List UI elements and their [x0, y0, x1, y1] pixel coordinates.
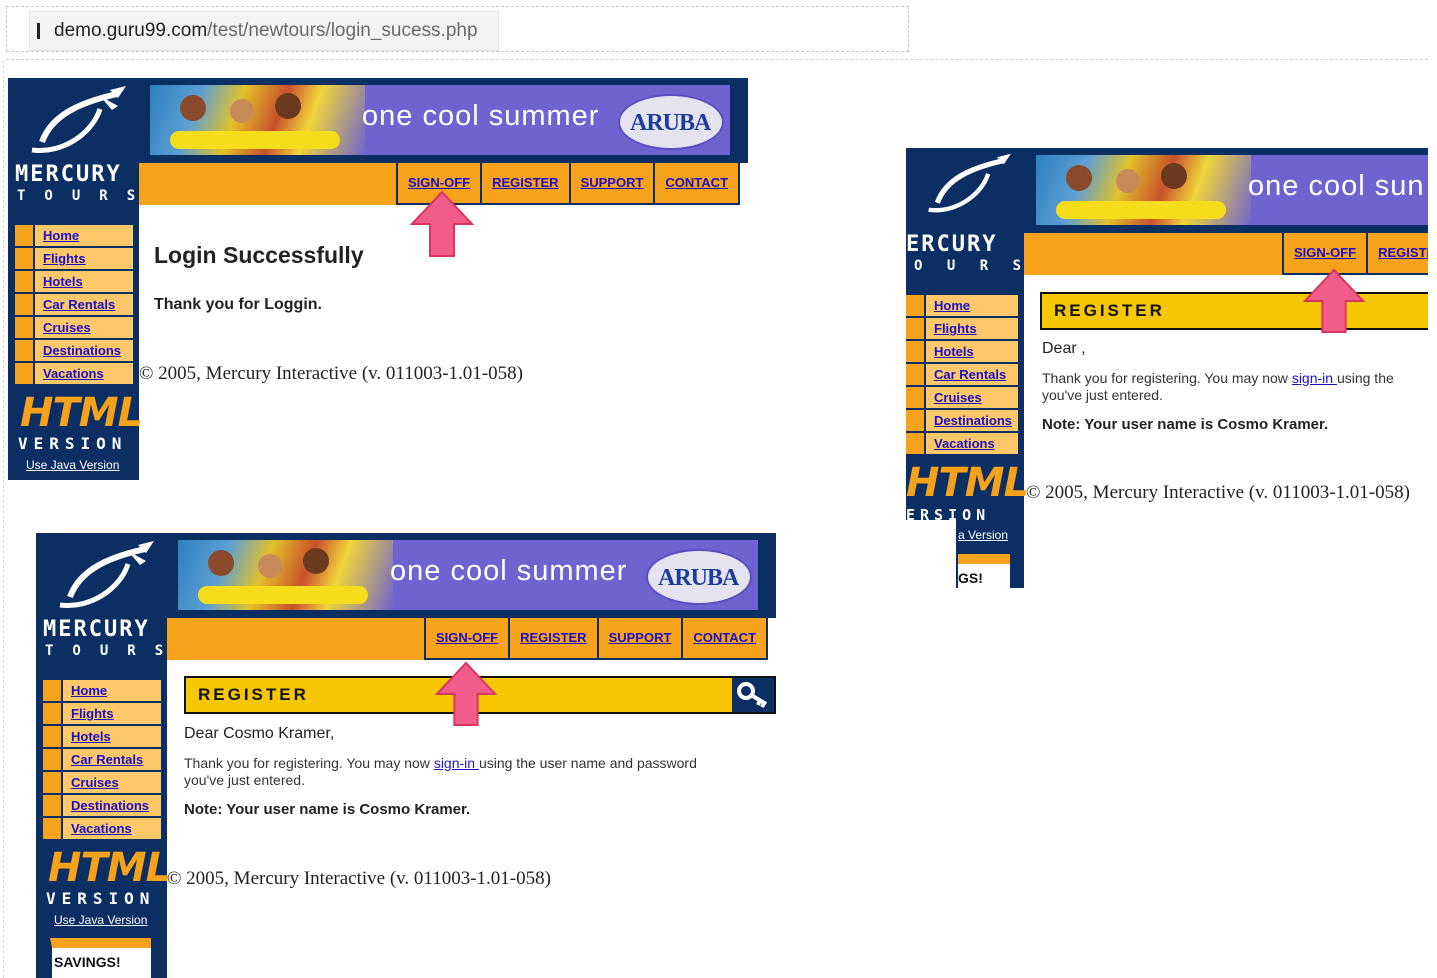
plane-logo-icon [928, 153, 1011, 213]
login-success-panel: MERCURY TOURS one cool summer ARUBA SIGN… [8, 78, 748, 480]
url-text: demo.guru99.com/test/newtours/login_suce… [54, 20, 478, 41]
thank-you-text-line2: you've just entered. [1042, 387, 1163, 403]
brand-subtitle: TOURS [17, 188, 155, 204]
greeting: Dear Cosmo Kramer, [184, 725, 335, 742]
sidebar-item-hotels[interactable]: Hotels [43, 726, 161, 747]
banner-photo [150, 85, 365, 155]
sidebar-item-destinations[interactable]: Destinations [15, 340, 133, 361]
sidebar-item-vacations[interactable]: Vacations [43, 818, 161, 839]
arrow-up-icon [434, 661, 498, 727]
top-nav-contact[interactable]: CONTACT [683, 618, 769, 658]
thank-you-text: Thank you for registering. You may now s… [184, 755, 697, 771]
side-nav: Home Flights Hotels Car Rentals Cruises … [15, 225, 133, 386]
banner-ad[interactable]: one cool summer ARUBA [148, 83, 732, 157]
banner-ad[interactable]: one cool summer ARUBA [176, 538, 760, 612]
top-bar-filler [167, 618, 427, 660]
key-icon [732, 678, 774, 712]
plane-logo-icon [31, 86, 126, 153]
brand-name: ERCURY [906, 232, 998, 257]
brand-subtitle: O U R S [914, 258, 1030, 274]
sidebar-item-car-rentals[interactable]: Car Rentals [906, 364, 1018, 385]
plane-logo-icon [59, 541, 154, 608]
side-nav: Home Flights Hotels Car Rentals Cruises … [43, 680, 161, 841]
sidebar-item-home[interactable]: Home [15, 225, 133, 246]
sign-in-link[interactable]: sign-in [434, 755, 479, 771]
sidebar-item-home[interactable]: Home [906, 295, 1018, 316]
html-version-badge: HTML VERSION Use Java Version [18, 390, 143, 472]
top-nav-register[interactable]: REGISTER [510, 618, 599, 658]
top-nav-register[interactable]: REGISTER [482, 163, 571, 203]
copyright: © 2005, Mercury Interactive (v. 011003-1… [139, 363, 523, 384]
mercury-logo[interactable]: MERCURY TOURS [8, 78, 139, 204]
side-nav: Home Flights Hotels Car Rentals Cruises … [906, 295, 1018, 456]
java-version-link[interactable]: a Version [958, 528, 1008, 542]
java-version-link[interactable]: Use Java Version [54, 913, 147, 927]
page-title: Login Successfully [154, 242, 364, 268]
banner-photo [1036, 155, 1251, 225]
arrow-up-icon [1302, 268, 1366, 334]
sidebar-item-flights[interactable]: Flights [43, 703, 161, 724]
greeting: Dear , [1042, 340, 1086, 357]
sidebar-item-car-rentals[interactable]: Car Rentals [15, 294, 133, 315]
username-note: Note: Your user name is Cosmo Kramer. [1042, 416, 1329, 433]
divider [3, 60, 4, 978]
top-nav-sign-off[interactable]: SIGN-OFF [426, 618, 511, 658]
banner-tagline: one cool summer [362, 100, 600, 132]
sidebar-item-hotels[interactable]: Hotels [15, 271, 133, 292]
copyright: © 2005, Mercury Interactive (v. 011003-1… [1026, 482, 1410, 503]
banner-tagline: one cool summer [390, 555, 628, 587]
username-note: Note: Your user name is Cosmo Kramer. [184, 801, 471, 818]
sidebar-item-car-rentals[interactable]: Car Rentals [43, 749, 161, 770]
register-panel-cropped: ERCURY O U R S one cool sun SIGN-OFF REG… [906, 148, 1428, 588]
banner-tagline: one cool sun [1248, 170, 1425, 202]
top-nav: SIGN-OFF REGISTER SUPPORT CONTACT [424, 618, 769, 660]
sidebar-item-flights[interactable]: Flights [906, 318, 1018, 339]
divider [6, 59, 1428, 60]
copyright: © 2005, Mercury Interactive (v. 011003-1… [167, 868, 551, 889]
sign-in-link[interactable]: sign-in [1292, 370, 1337, 386]
brand-name: MERCURY [43, 617, 150, 642]
top-nav-support[interactable]: SUPPORT [599, 618, 684, 658]
aruba-logo: ARUBA [646, 549, 752, 605]
banner-photo [178, 540, 393, 610]
savings-ad[interactable]: GS! [958, 554, 1010, 588]
java-version-link[interactable]: Use Java Version [26, 458, 119, 472]
url-field[interactable]: demo.guru99.com/test/newtours/login_suce… [29, 11, 499, 51]
lock-icon [37, 23, 40, 39]
html-version-badge: HTML [906, 460, 1029, 506]
thank-you-text: Thank you for registering. You may now s… [1042, 370, 1394, 386]
top-nav-contact[interactable]: CONTACT [655, 163, 741, 203]
sidebar-item-vacations[interactable]: Vacations [15, 363, 133, 384]
sidebar-item-home[interactable]: Home [43, 680, 161, 701]
aruba-logo: ARUBA [618, 94, 724, 150]
thank-you-text-line2: you've just entered. [184, 772, 305, 788]
banner-ad[interactable]: one cool sun [1034, 153, 1428, 227]
brand-name: MERCURY [15, 162, 122, 187]
sidebar-item-hotels[interactable]: Hotels [906, 341, 1018, 362]
sidebar-item-vacations[interactable]: Vacations [906, 433, 1018, 454]
sidebar-item-destinations[interactable]: Destinations [43, 795, 161, 816]
version-word: ERSION [906, 506, 991, 524]
arrow-up-icon [409, 190, 475, 257]
top-bar-filler [139, 163, 399, 205]
sidebar-item-destinations[interactable]: Destinations [906, 410, 1018, 431]
html-version-badge: HTML VERSION Use Java Version [46, 845, 171, 927]
savings-ad[interactable]: SAVINGS! [50, 938, 151, 978]
sidebar-item-flights[interactable]: Flights [15, 248, 133, 269]
top-nav-support[interactable]: SUPPORT [571, 163, 656, 203]
brand-subtitle: TOURS [45, 643, 183, 659]
sidebar-item-cruises[interactable]: Cruises [43, 772, 161, 793]
sidebar-item-cruises[interactable]: Cruises [15, 317, 133, 338]
top-bar-filler [1024, 233, 1284, 275]
login-message: Thank you for Loggin. [154, 296, 322, 313]
sidebar-item-cruises[interactable]: Cruises [906, 387, 1018, 408]
mercury-logo[interactable]: MERCURY TOURS [36, 533, 167, 659]
address-bar[interactable]: demo.guru99.com/test/newtours/login_suce… [6, 6, 909, 52]
register-panel: MERCURY TOURS one cool summer ARUBA SIGN… [36, 533, 776, 978]
register-header-bar: REGISTER [1040, 292, 1428, 330]
top-nav-sign-off[interactable]: SIGN-OFF [1284, 233, 1369, 273]
top-nav-register[interactable]: REGISTI [1368, 233, 1428, 273]
